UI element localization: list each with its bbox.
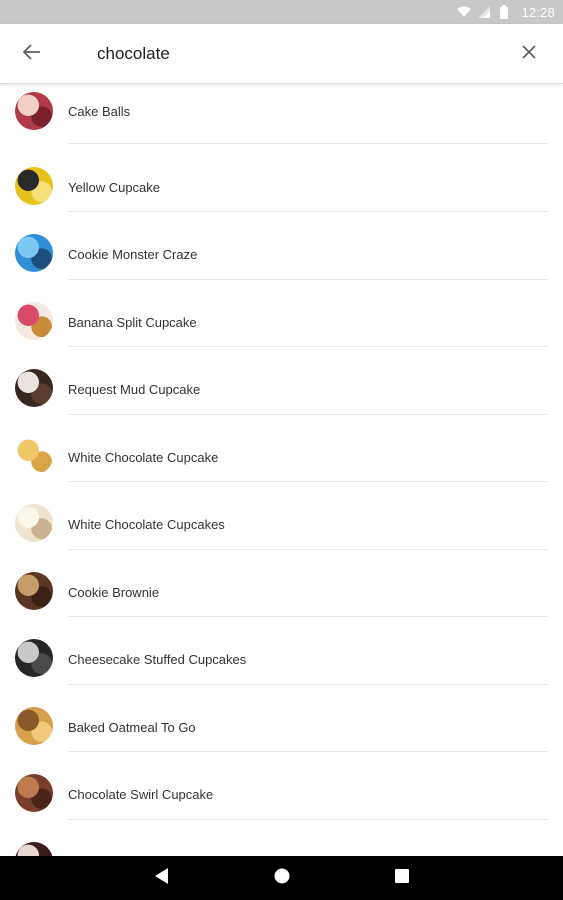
divider <box>68 143 548 144</box>
search-input[interactable] <box>97 38 477 70</box>
result-item[interactable]: Banana Split Cupcake <box>0 287 563 355</box>
nav-back-button[interactable] <box>148 864 176 892</box>
clear-search-button[interactable] <box>511 36 547 72</box>
battery-icon <box>497 5 511 19</box>
nav-back-icon <box>155 867 169 889</box>
wifi-icon <box>457 5 472 19</box>
recipe-thumbnail <box>15 841 53 856</box>
nav-home-icon <box>274 868 290 889</box>
status-bar: 12:28 <box>0 0 563 24</box>
result-item[interactable]: Cake Balls <box>0 84 563 152</box>
result-item[interactable]: Baked Oatmeal To Go <box>0 692 563 760</box>
recipe-thumbnail <box>15 504 53 542</box>
result-item[interactable]: Chocolate Swirl Cupcake <box>0 759 563 827</box>
recipe-thumbnail <box>15 301 53 340</box>
result-item[interactable]: Request Mud Cupcake <box>0 354 563 422</box>
result-label: Banana Split Cupcake <box>68 314 197 330</box>
recipe-thumbnail <box>15 639 53 677</box>
divider <box>68 548 548 550</box>
result-label: White Chocolate Cupcakes <box>68 517 225 532</box>
divider <box>68 481 548 482</box>
result-label: Chocolate Swirl Cupcake <box>68 787 214 802</box>
nav-home-button[interactable] <box>268 864 296 892</box>
divider <box>68 818 548 820</box>
signal-icon <box>477 5 491 19</box>
result-label: Cookie Monster Craze <box>68 247 198 262</box>
recipe-thumbnail <box>15 774 53 812</box>
divider <box>68 211 548 212</box>
recipe-thumbnail <box>15 166 53 205</box>
results-list: Cake Balls Yellow Cupcake Cookie Monster C… <box>0 84 563 856</box>
result-label: Yellow Cupcake <box>68 179 161 195</box>
result-item[interactable]: Cookie Monster Craze <box>0 219 563 287</box>
search-bar <box>0 24 563 84</box>
navigation-bar <box>0 856 563 900</box>
nav-recents-button[interactable] <box>388 864 416 892</box>
divider <box>68 751 548 752</box>
divider <box>68 346 548 347</box>
close-icon <box>522 44 536 64</box>
result-item[interactable]: Cherry Cordial Fat Bombs <box>0 827 563 856</box>
recipe-thumbnail <box>15 92 53 130</box>
back-button[interactable] <box>14 36 50 72</box>
status-time: 12:28 <box>521 4 555 20</box>
result-label: Baked Oatmeal To Go <box>68 719 196 735</box>
divider <box>68 616 548 617</box>
divider <box>68 683 548 685</box>
recipe-thumbnail <box>15 234 53 272</box>
nav-recents-icon <box>395 868 409 888</box>
recipe-thumbnail <box>15 369 53 407</box>
result-item[interactable]: Yellow Cupcake <box>0 152 563 220</box>
recipe-thumbnail <box>15 571 53 610</box>
result-label: Request Mud Cupcake <box>68 382 201 397</box>
result-item[interactable]: White Chocolate Cupcakes <box>0 489 563 557</box>
result-item[interactable]: White Chocolate Cupcake <box>0 422 563 490</box>
divider <box>68 413 548 415</box>
result-label: Cookie Brownie <box>68 584 160 600</box>
result-label: White Chocolate Cupcake <box>68 449 219 465</box>
recipe-thumbnail <box>15 436 53 475</box>
result-item[interactable]: Cheesecake Stuffed Cupcakes <box>0 624 563 692</box>
divider <box>68 278 548 280</box>
recipe-thumbnail <box>15 706 53 745</box>
result-item[interactable]: Cookie Brownie <box>0 557 563 625</box>
arrow-back-icon <box>22 43 41 66</box>
result-label: Cake Balls <box>68 104 131 119</box>
result-label: Cheesecake Stuffed Cupcakes <box>68 652 247 667</box>
